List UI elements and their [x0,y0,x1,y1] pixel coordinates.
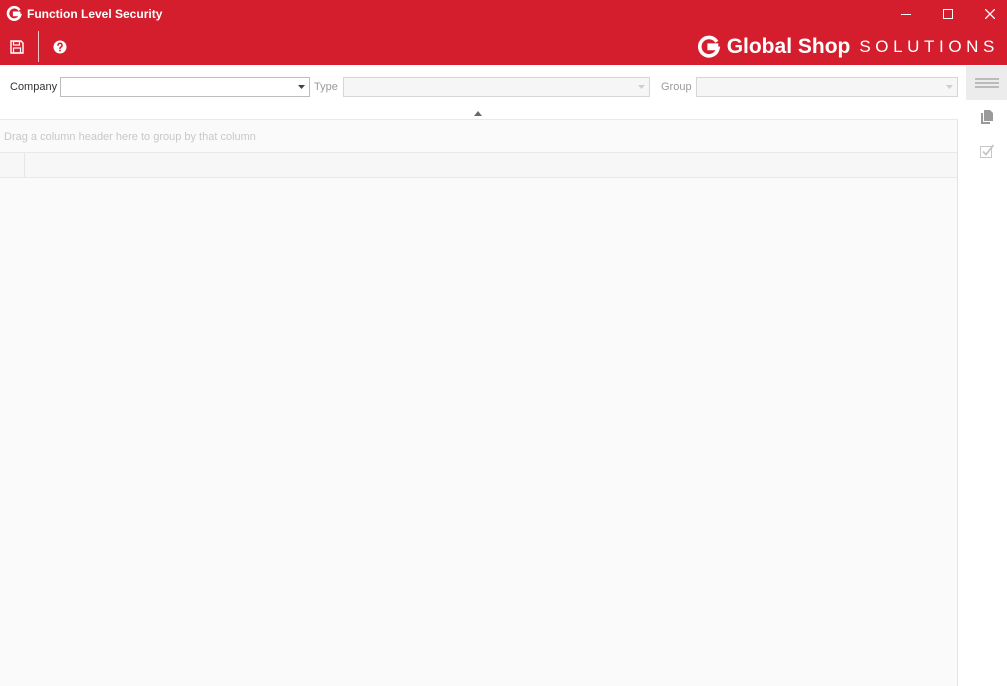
company-dropdown[interactable] [60,77,310,97]
maximize-button[interactable] [927,0,969,28]
menu-button[interactable] [966,66,1007,100]
group-panel-hint: Drag a column header here to group by th… [4,131,256,143]
help-button[interactable] [49,36,71,58]
side-panel [966,65,1007,686]
save-button[interactable] [6,36,28,58]
grid-body[interactable] [0,178,957,686]
grid-header-row [0,153,957,178]
copy-icon [980,110,993,124]
type-label: Type [314,81,338,93]
chevron-down-icon [944,82,954,92]
hamburger-menu-icon [974,78,999,88]
save-icon [10,40,24,54]
row-indicator-header[interactable] [0,153,25,177]
company-label: Company [10,81,58,93]
copy-button[interactable] [966,100,1007,134]
window-title: Function Level Security [27,7,163,21]
chevron-down-icon [636,82,646,92]
group-label: Group [661,81,692,93]
chevron-down-icon[interactable] [296,82,306,92]
globalshop-g-icon [697,35,720,58]
type-dropdown[interactable] [343,77,650,97]
collapse-up-icon[interactable] [473,110,483,117]
brand-logo: Global Shop SOLUTIONS [697,34,999,60]
check-button[interactable] [966,134,1007,168]
close-button[interactable] [969,0,1007,28]
checkmark-icon [979,144,994,158]
group-by-panel[interactable]: Drag a column header here to group by th… [0,119,957,153]
maximize-icon [943,9,953,19]
brand-subtitle: SOLUTIONS [859,37,999,56]
minimize-icon [901,14,911,15]
brand-name: Global Shop [726,35,851,58]
toolbar-separator [38,31,39,62]
globalshop-g-icon [6,6,22,21]
minimize-button[interactable] [885,0,927,28]
help-circle-icon [53,40,67,54]
title-bar: Function Level Security [0,0,1007,28]
group-dropdown[interactable] [696,77,958,97]
data-grid[interactable]: Drag a column header here to group by th… [0,119,958,686]
close-icon [985,9,995,19]
toolbar: Global Shop SOLUTIONS [0,28,1007,65]
